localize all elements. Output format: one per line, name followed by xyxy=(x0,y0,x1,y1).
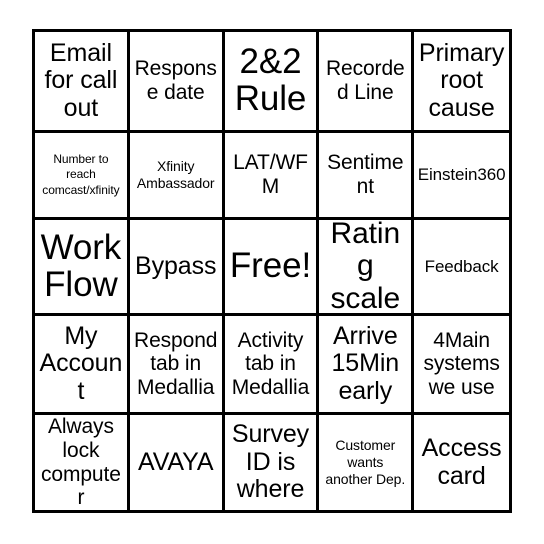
bingo-cell[interactable]: Access card xyxy=(414,415,509,510)
bingo-cell[interactable]: Work Flow xyxy=(35,220,130,316)
bingo-cell-label: Response date xyxy=(134,57,217,104)
bingo-cell-label: Work Flow xyxy=(40,227,122,304)
bingo-cell[interactable]: Bypass xyxy=(129,220,225,316)
bingo-cell-label: Access card xyxy=(421,434,502,490)
bingo-cell[interactable]: Customer wants another Dep. xyxy=(319,415,415,510)
bingo-cell[interactable]: My Account xyxy=(35,316,130,415)
bingo-cell[interactable]: Sentiment xyxy=(319,133,415,220)
bingo-cell[interactable]: Email for call out xyxy=(35,32,130,133)
bingo-cell[interactable]: Survey ID is where xyxy=(224,415,320,510)
bingo-cell-label: Recorded Line xyxy=(325,57,405,104)
bingo-cell[interactable]: Number to reach comcast/xfinity xyxy=(35,133,130,220)
bingo-cell-label: AVAYA xyxy=(137,447,214,476)
bingo-cell[interactable]: Respond tab in Medallia xyxy=(129,316,225,415)
bingo-cell-label: Respond tab in Medallia xyxy=(134,328,218,399)
bingo-card-grid: Email for call out Response date 2&2 Rule R… xyxy=(32,29,512,513)
bingo-cell[interactable]: Feedback xyxy=(414,220,509,316)
bingo-cell-label: Free! xyxy=(229,246,312,286)
bingo-cell-label: Bypass xyxy=(135,251,217,280)
bingo-cell-label: Email for call out xyxy=(44,38,118,122)
bingo-cell[interactable]: 2&2 Rule xyxy=(224,32,320,133)
bingo-cell[interactable]: Primary root cause xyxy=(414,32,509,133)
bingo-cell[interactable]: Recorded Line xyxy=(319,32,415,133)
bingo-cell-label: Xfinity Ambassador xyxy=(136,157,215,191)
bingo-cell[interactable]: Xfinity Ambassador xyxy=(129,133,225,220)
bingo-cell-label: Sentiment xyxy=(327,151,404,198)
bingo-cell[interactable]: Einstein360 xyxy=(414,133,509,220)
bingo-cell[interactable]: Rating scale xyxy=(319,220,415,316)
bingo-cell[interactable]: Response date xyxy=(129,32,225,133)
bingo-cell-label: Number to reach comcast/xfinity xyxy=(42,152,120,197)
bingo-cell[interactable]: Arrive 15Min early xyxy=(319,316,415,415)
bingo-cell-label: Einstein360 xyxy=(417,165,506,185)
bingo-cell-label: LAT/WFM xyxy=(233,151,308,198)
bingo-cell[interactable]: Activity tab in Medallia xyxy=(224,316,320,415)
bingo-cell-label: Survey ID is where xyxy=(231,420,310,504)
bingo-cell[interactable]: AVAYA xyxy=(129,415,225,510)
bingo-cell-label: 2&2 Rule xyxy=(234,42,307,118)
bingo-cell-label: Activity tab in Medallia xyxy=(231,328,310,399)
bingo-cell[interactable]: 4Main systems we use xyxy=(414,316,509,415)
bingo-cell[interactable]: Always lock computer xyxy=(35,415,130,510)
bingo-cell-label: My Account xyxy=(39,321,123,405)
bingo-cell-free-space[interactable]: Free! xyxy=(224,220,320,316)
bingo-cell-label: Rating scale xyxy=(330,220,401,315)
bingo-cell-label: Feedback xyxy=(424,256,499,276)
bingo-cell-label: Customer wants another Dep. xyxy=(325,436,406,488)
bingo-cell-label: Always lock computer xyxy=(40,415,121,510)
bingo-cell-label: 4Main systems we use xyxy=(423,328,500,399)
bingo-cell[interactable]: LAT/WFM xyxy=(224,133,320,220)
bingo-cell-label: Arrive 15Min early xyxy=(331,321,400,405)
bingo-cell-label: Primary root cause xyxy=(418,38,505,122)
